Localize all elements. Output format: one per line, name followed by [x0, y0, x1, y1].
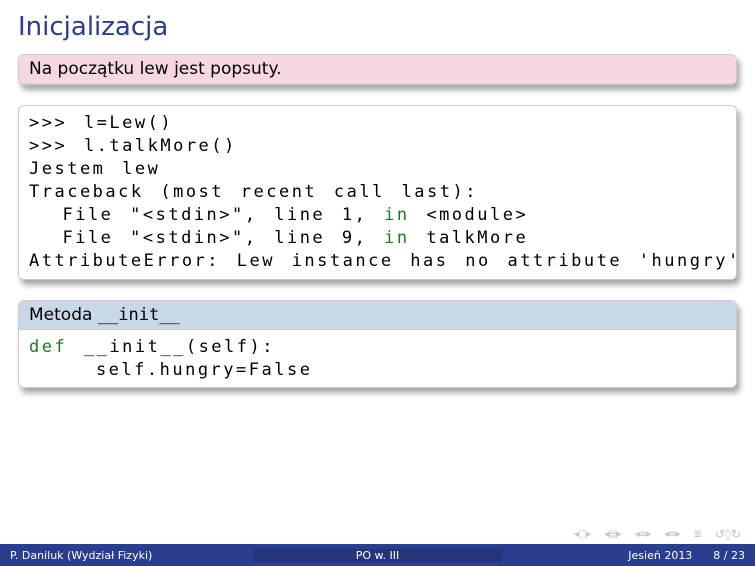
code-line: Jestem lew — [29, 159, 160, 179]
code-block-1: >>> l=Lew() >>> l.talkMore() Jestem lew … — [18, 105, 737, 280]
footer-page: 8 / 23 — [713, 549, 745, 562]
intro-block-head: Na początku lew jest popsuty. — [19, 55, 736, 84]
footer-author: P. Daniluk (Wydział Fizyki) — [0, 549, 253, 562]
code-line: def __init__(self): — [29, 337, 275, 357]
init-head-text: Metoda — [29, 305, 98, 325]
nav-prev-section-icon[interactable]: ◂▤▸ — [604, 529, 621, 540]
nav-first-icon[interactable]: ◂□▸ — [574, 529, 591, 540]
code-line: self.hungry=False — [29, 360, 312, 380]
nav-redo-icon[interactable]: ↺◊↻ — [715, 527, 741, 541]
code-line: Traceback (most recent call last): — [29, 182, 478, 202]
nav-prev-icon[interactable]: ◂≡▸ — [635, 529, 650, 540]
code-line: >>> l.talkMore() — [29, 136, 237, 156]
footer-right: Jesień 2013 8 / 23 — [502, 549, 755, 562]
keyword-def: def — [29, 337, 67, 357]
footer: P. Daniluk (Wydział Fizyki) PO w. III Je… — [0, 544, 755, 566]
code-line: >>> l=Lew() — [29, 113, 173, 133]
intro-block: Na początku lew jest popsuty. — [18, 54, 737, 85]
code-listing-1: >>> l=Lew() >>> l.talkMore() Jestem lew … — [29, 112, 726, 273]
init-block: Metoda __init__ def __init__(self): self… — [18, 300, 737, 389]
init-block-head: Metoda __init__ — [19, 301, 736, 330]
footer-center: PO w. III — [253, 549, 502, 562]
keyword-in: in — [384, 205, 409, 225]
nav-next-icon[interactable]: ◂≡▸ — [664, 529, 679, 540]
keyword-in: in — [384, 228, 409, 248]
code-listing-2: def __init__(self): self.hungry=False — [29, 336, 726, 382]
beamer-navbar: ◂□▸ ◂▤▸ ◂≡▸ ◂≡▸ ≣ ↺◊↻ — [0, 524, 755, 544]
code-line: File "<stdin>", line 1, in <module> — [29, 205, 528, 225]
code-line: AttributeError: Lew instance has no attr… — [29, 251, 737, 271]
nav-mode-icon[interactable]: ≣ — [694, 529, 701, 540]
slide-title: Inicjalizacja — [18, 12, 737, 42]
footer-term: Jesień 2013 — [628, 549, 692, 562]
code-line: File "<stdin>", line 9, in talkMore — [29, 228, 528, 248]
init-head-code: __init__ — [98, 305, 180, 325]
